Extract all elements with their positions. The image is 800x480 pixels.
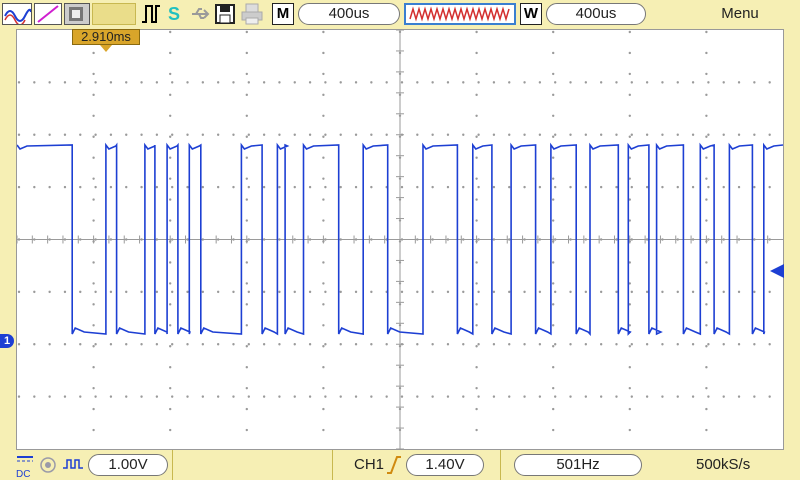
window-timebase-button[interactable]: W [520, 3, 542, 25]
window-timebase-value[interactable]: 400us [546, 3, 646, 25]
ch1-trace [17, 142, 783, 337]
cursor-readout[interactable]: 2.910ms [72, 29, 140, 45]
divider [172, 450, 173, 480]
bandwidth-limit-icon[interactable] [38, 456, 58, 474]
sample-rate: 500kS/s [696, 456, 751, 473]
divider [332, 450, 333, 480]
frequency-readout: 501Hz [514, 454, 642, 476]
trigger-source[interactable]: CH1 [354, 456, 384, 473]
main-timebase-button[interactable]: M [272, 3, 294, 25]
window-zoom-preview[interactable] [404, 3, 516, 25]
cursor-pointer-icon [100, 45, 112, 52]
save-icon[interactable] [214, 3, 236, 25]
ch1-ground-marker[interactable]: 1 [0, 334, 14, 348]
waveform-display [16, 29, 784, 450]
usb-icon [190, 3, 212, 25]
math-icon[interactable] [34, 3, 62, 25]
reference-icon[interactable] [64, 3, 90, 25]
pulse-trigger-icon[interactable] [140, 3, 164, 25]
menu-button[interactable]: Menu [700, 5, 780, 22]
coupling-label: DC [16, 469, 31, 480]
main-timebase-value[interactable]: 400us [298, 3, 400, 25]
divider [500, 450, 501, 480]
coupling-dc-icon[interactable]: DC [16, 452, 34, 480]
trigger-level[interactable]: 1.40V [406, 454, 484, 476]
ch1-trace-path [17, 142, 783, 337]
invert-icon[interactable] [62, 456, 84, 474]
trigger-level-marker-icon[interactable] [770, 264, 784, 278]
ch1-scale[interactable]: 1.00V [88, 454, 168, 476]
s-indicator: S [168, 4, 181, 24]
status-bar: DC 1.00V CH1 1.40V 501Hz 500kS/s [0, 450, 800, 480]
top-toolbar: S M 400us W 400us Menu [0, 0, 800, 28]
run-stop-icon[interactable] [92, 3, 136, 25]
print-icon[interactable] [240, 3, 264, 25]
ch1-waveform-icon[interactable] [2, 3, 32, 26]
rising-edge-icon [386, 455, 402, 475]
